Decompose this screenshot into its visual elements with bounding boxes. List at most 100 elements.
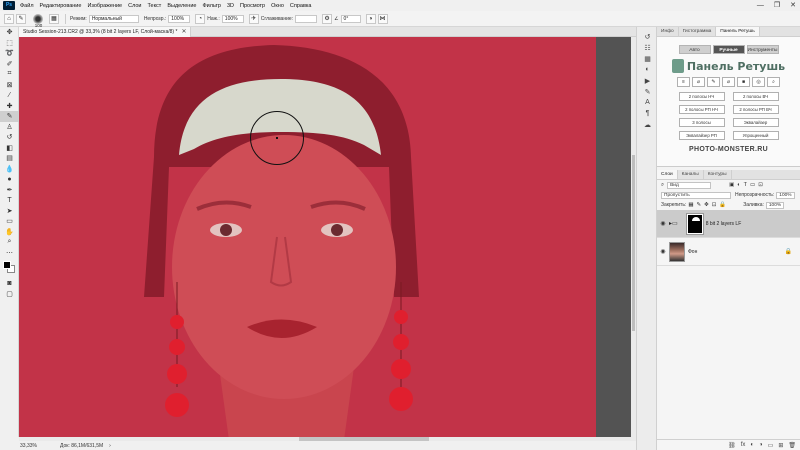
layer-row[interactable]: ◉ ▸▭ 8 bit 2 layers LF (657, 210, 800, 238)
angle-field[interactable]: 0° (340, 14, 361, 23)
retouch-mode-manual[interactable]: Ручные (712, 45, 745, 54)
visibility-eye-icon[interactable]: ◉ (657, 220, 669, 227)
retouch-search-icon[interactable]: ⌕ (767, 77, 780, 87)
retouch-circle-icon[interactable]: ◎ (752, 77, 765, 87)
adjustment-layer-icon[interactable]: ◑ (759, 442, 763, 448)
vertical-scroll-thumb[interactable] (632, 155, 635, 331)
folder-icon[interactable]: ▸▭ (669, 220, 678, 227)
lock-all-icon[interactable]: 🔒 (719, 202, 726, 208)
history-brush-tool-icon[interactable]: ↺ (0, 132, 19, 143)
layer-name[interactable]: 8 bit 2 layers LF (706, 221, 742, 227)
mode-select[interactable]: Нормальный (88, 14, 139, 23)
tab-histogram[interactable]: Гистограмма (679, 27, 717, 36)
pen-tool-icon[interactable]: ✒ (0, 185, 19, 196)
clone-stamp-tool-icon[interactable]: ♙ (0, 122, 19, 133)
maximize-button[interactable]: ❐ (774, 0, 780, 11)
retouch-soft-brush-icon[interactable]: ⌀ (722, 77, 735, 87)
filter-type-icon[interactable]: T (744, 182, 747, 188)
gradient-tool-icon[interactable]: ▤ (0, 153, 19, 164)
retouch-site-link[interactable]: PHOTO-MONSTER.RU (657, 146, 800, 153)
airbrush-icon[interactable]: ✈ (248, 13, 259, 24)
retouch-layers-icon[interactable]: ≡ (677, 77, 690, 87)
adjustments-panel-icon[interactable]: ◐ (637, 64, 658, 75)
quick-select-tool-icon[interactable]: ✐ (0, 59, 19, 70)
layer-name[interactable]: Фон (688, 249, 697, 255)
actions-panel-icon[interactable]: ▶ (637, 75, 658, 86)
foreground-color-swatch[interactable] (3, 261, 11, 269)
two-bands-hf-button[interactable]: 2 полосы ВЧ (732, 92, 779, 101)
paragraph-panel-icon[interactable]: ¶ (637, 108, 658, 119)
document-canvas[interactable] (19, 37, 596, 437)
menu-image[interactable]: Изображение (84, 3, 125, 9)
close-button[interactable]: ✕ (790, 0, 796, 11)
new-layer-icon[interactable]: ⊞ (778, 442, 783, 449)
retouch-brush-icon[interactable]: ⌀ (692, 77, 705, 87)
layer-mask-thumbnail[interactable] (685, 212, 704, 235)
tab-paths[interactable]: Контуры (704, 170, 732, 179)
lock-move-icon[interactable]: ✥ (704, 202, 709, 208)
simplified-button[interactable]: Упрощенный (732, 131, 779, 140)
opacity-field[interactable]: 100% (168, 14, 191, 23)
history-panel-icon[interactable]: ↺ (637, 31, 658, 42)
retouch-fill-icon[interactable]: ■ (737, 77, 750, 87)
symmetry-icon[interactable]: ⋈ (377, 13, 388, 24)
more-tools-icon[interactable]: ⋯ (0, 248, 19, 259)
blend-mode-select[interactable]: Пропустить (661, 191, 731, 199)
swatches-panel-icon[interactable]: ▦ (637, 53, 658, 64)
menu-file[interactable]: Файл (17, 3, 37, 9)
equalizer-rp-button[interactable]: Эквалайзер РП (678, 131, 725, 140)
layer-opacity-field[interactable]: 100% (776, 191, 795, 199)
blur-tool-icon[interactable]: 💧 (0, 164, 19, 175)
lock-artboard-icon[interactable]: ⊡ (712, 202, 717, 208)
menu-type[interactable]: Текст (144, 3, 164, 9)
three-bands-button[interactable]: 3 полосы (678, 118, 725, 127)
menu-view[interactable]: Просмотр (237, 3, 268, 9)
filter-pixel-icon[interactable]: ▣ (729, 182, 734, 188)
equalizer-button[interactable]: Эквалайзер (732, 118, 779, 127)
layer-style-icon[interactable]: fx (741, 442, 746, 448)
screen-mode-icon[interactable]: ▢ (0, 289, 19, 300)
pressure-field[interactable]: 100% (221, 14, 244, 23)
brush-settings-icon[interactable]: ▦ (49, 13, 59, 24)
tab-channels[interactable]: Каналы (678, 170, 704, 179)
lock-transparency-icon[interactable]: ▦ (688, 202, 693, 208)
type-tool-icon[interactable]: T (0, 195, 19, 206)
brush-tool-icon[interactable]: ✎ (0, 111, 19, 122)
menu-3d[interactable]: 3D (224, 3, 237, 9)
trash-icon[interactable]: 🗑 (788, 442, 796, 449)
menu-edit[interactable]: Редактирование (37, 3, 85, 9)
filter-adjustment-icon[interactable]: ◐ (737, 182, 740, 188)
home-icon[interactable]: ⌂ (4, 13, 14, 24)
eraser-tool-icon[interactable]: ◧ (0, 143, 19, 154)
eyedropper-tool-icon[interactable]: ⁄ (0, 90, 19, 101)
add-mask-icon[interactable]: ◐ (750, 442, 754, 448)
lasso-tool-icon[interactable]: ➰ (0, 48, 19, 59)
zoom-level[interactable]: 33,33% (0, 443, 40, 449)
hand-tool-icon[interactable]: ✋ (0, 227, 19, 238)
path-select-tool-icon[interactable]: ➤ (0, 206, 19, 217)
menu-window[interactable]: Окно (268, 3, 287, 9)
menu-help[interactable]: Справка (287, 3, 315, 9)
filter-shape-icon[interactable]: ▭ (750, 182, 755, 188)
color-swatches[interactable] (0, 258, 19, 278)
brushes-panel-icon[interactable]: ✎ (637, 86, 658, 97)
frame-tool-icon[interactable]: ⊠ (0, 80, 19, 91)
smoothing-settings-icon[interactable]: ⚙ (322, 13, 333, 24)
minimize-button[interactable]: — (757, 0, 764, 11)
menu-select[interactable]: Выделение (164, 3, 199, 9)
two-bands-rp-hf-button[interactable]: 2 полосы РП ВЧ (732, 105, 779, 114)
properties-panel-icon[interactable]: ☷ (637, 42, 658, 53)
layer-filter-select[interactable]: Вид (667, 181, 712, 189)
character-panel-icon[interactable]: A (637, 97, 658, 108)
retouch-mode-tools[interactable]: Инструменты (746, 45, 779, 54)
brush-tool-icon[interactable]: ✎ (16, 13, 26, 24)
pressure-size-icon[interactable]: ◑ (365, 13, 376, 24)
status-menu-arrow[interactable]: › (109, 443, 111, 449)
crop-tool-icon[interactable]: ⌗ (0, 69, 19, 80)
zoom-tool-icon[interactable]: ⌕ (0, 237, 19, 248)
link-layers-icon[interactable]: ⛓ (728, 442, 736, 449)
shape-tool-icon[interactable]: ▭ (0, 216, 19, 227)
menu-filter[interactable]: Фильтр (199, 3, 223, 9)
retouch-pen-icon[interactable]: ✎ (707, 77, 720, 87)
dodge-tool-icon[interactable]: ● (0, 174, 19, 185)
